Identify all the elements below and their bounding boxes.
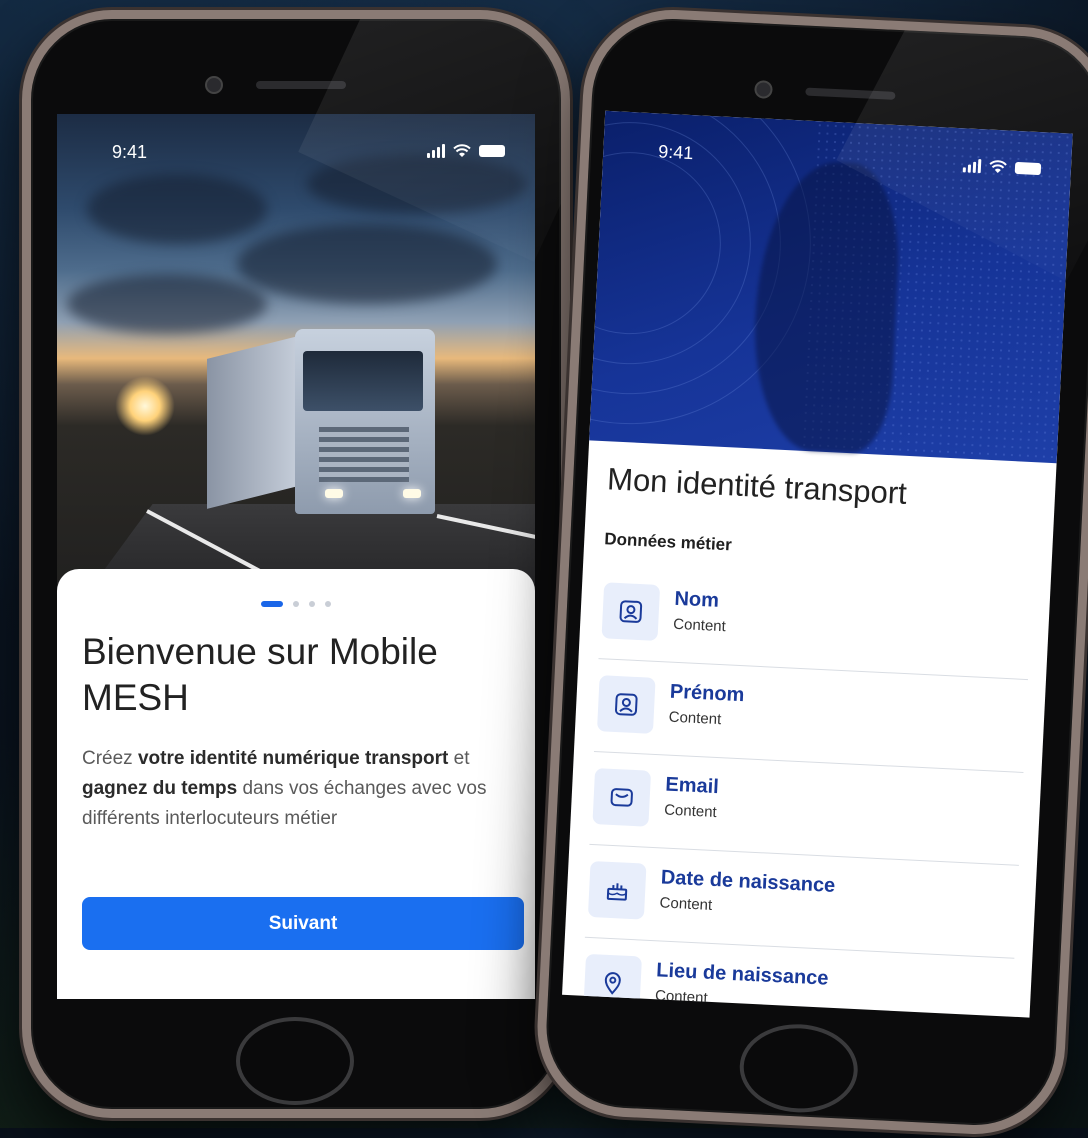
- desc-bold: gagnez du temps: [82, 778, 237, 799]
- battery-icon: [1015, 162, 1042, 175]
- sun: [115, 376, 175, 436]
- id-card-icon: [602, 582, 661, 641]
- pagination-dots: [261, 601, 331, 607]
- birthday-cake-icon: [588, 861, 647, 920]
- truck-illustration: [207, 329, 437, 529]
- wifi-icon: [989, 160, 1008, 175]
- speaker: [805, 88, 895, 100]
- field-label: Prénom: [669, 681, 745, 708]
- page-title: Mon identité transport: [606, 461, 907, 512]
- field-value: Content: [673, 616, 726, 636]
- page-dot[interactable]: [309, 601, 315, 607]
- status-bar: 9:41: [57, 142, 535, 166]
- phone-right: 9:41 Mon identité transport Données méti…: [533, 6, 1088, 1138]
- welcome-title: Bienvenue sur Mobile MESH: [82, 629, 512, 721]
- front-camera: [754, 80, 773, 99]
- field-label: Lieu de naissance: [656, 959, 829, 990]
- field-value: Content: [664, 801, 717, 821]
- field-value: Content: [668, 709, 721, 729]
- hero-image-truck: [57, 114, 535, 634]
- front-camera: [205, 76, 223, 94]
- signal-icon: [427, 144, 445, 158]
- id-card-icon: [597, 675, 656, 734]
- home-button[interactable]: [738, 1022, 860, 1116]
- field-label: Date de naissance: [660, 866, 835, 897]
- page-dot[interactable]: [293, 601, 299, 607]
- location-pin-icon: [583, 954, 642, 1013]
- identity-field-list: Nom Content Prénom Content Email Content: [580, 566, 1032, 1017]
- speaker: [256, 81, 346, 89]
- onboarding-card: Bienvenue sur Mobile MESH Créez votre id…: [57, 569, 535, 999]
- desc-text: Créez: [82, 748, 138, 769]
- field-value: Content: [655, 987, 708, 1007]
- battery-icon: [479, 145, 505, 157]
- status-time: 9:41: [658, 141, 694, 164]
- field-value: Content: [659, 894, 712, 914]
- page-dot[interactable]: [325, 601, 331, 607]
- wifi-icon: [453, 144, 471, 158]
- envelope-icon: [592, 768, 651, 827]
- desc-text: et: [448, 748, 469, 769]
- field-label: Nom: [674, 588, 720, 613]
- phone-left: 9:41 Bienvenue sur Mobile MESH Créez vot…: [22, 10, 570, 1118]
- desc-bold: votre identité numérique transport: [138, 748, 448, 769]
- home-button[interactable]: [236, 1017, 354, 1105]
- next-button[interactable]: Suivant: [82, 897, 524, 950]
- field-label: Email: [665, 774, 719, 800]
- onboarding-screen: 9:41 Bienvenue sur Mobile MESH Créez vot…: [57, 114, 535, 999]
- signal-icon: [963, 158, 982, 173]
- status-time: 9:41: [112, 142, 147, 163]
- section-heading: Données métier: [604, 529, 732, 555]
- identity-screen: 9:41 Mon identité transport Données méti…: [562, 111, 1073, 1018]
- page-dot-active[interactable]: [261, 601, 283, 607]
- welcome-description: Créez votre identité numérique transport…: [82, 744, 522, 834]
